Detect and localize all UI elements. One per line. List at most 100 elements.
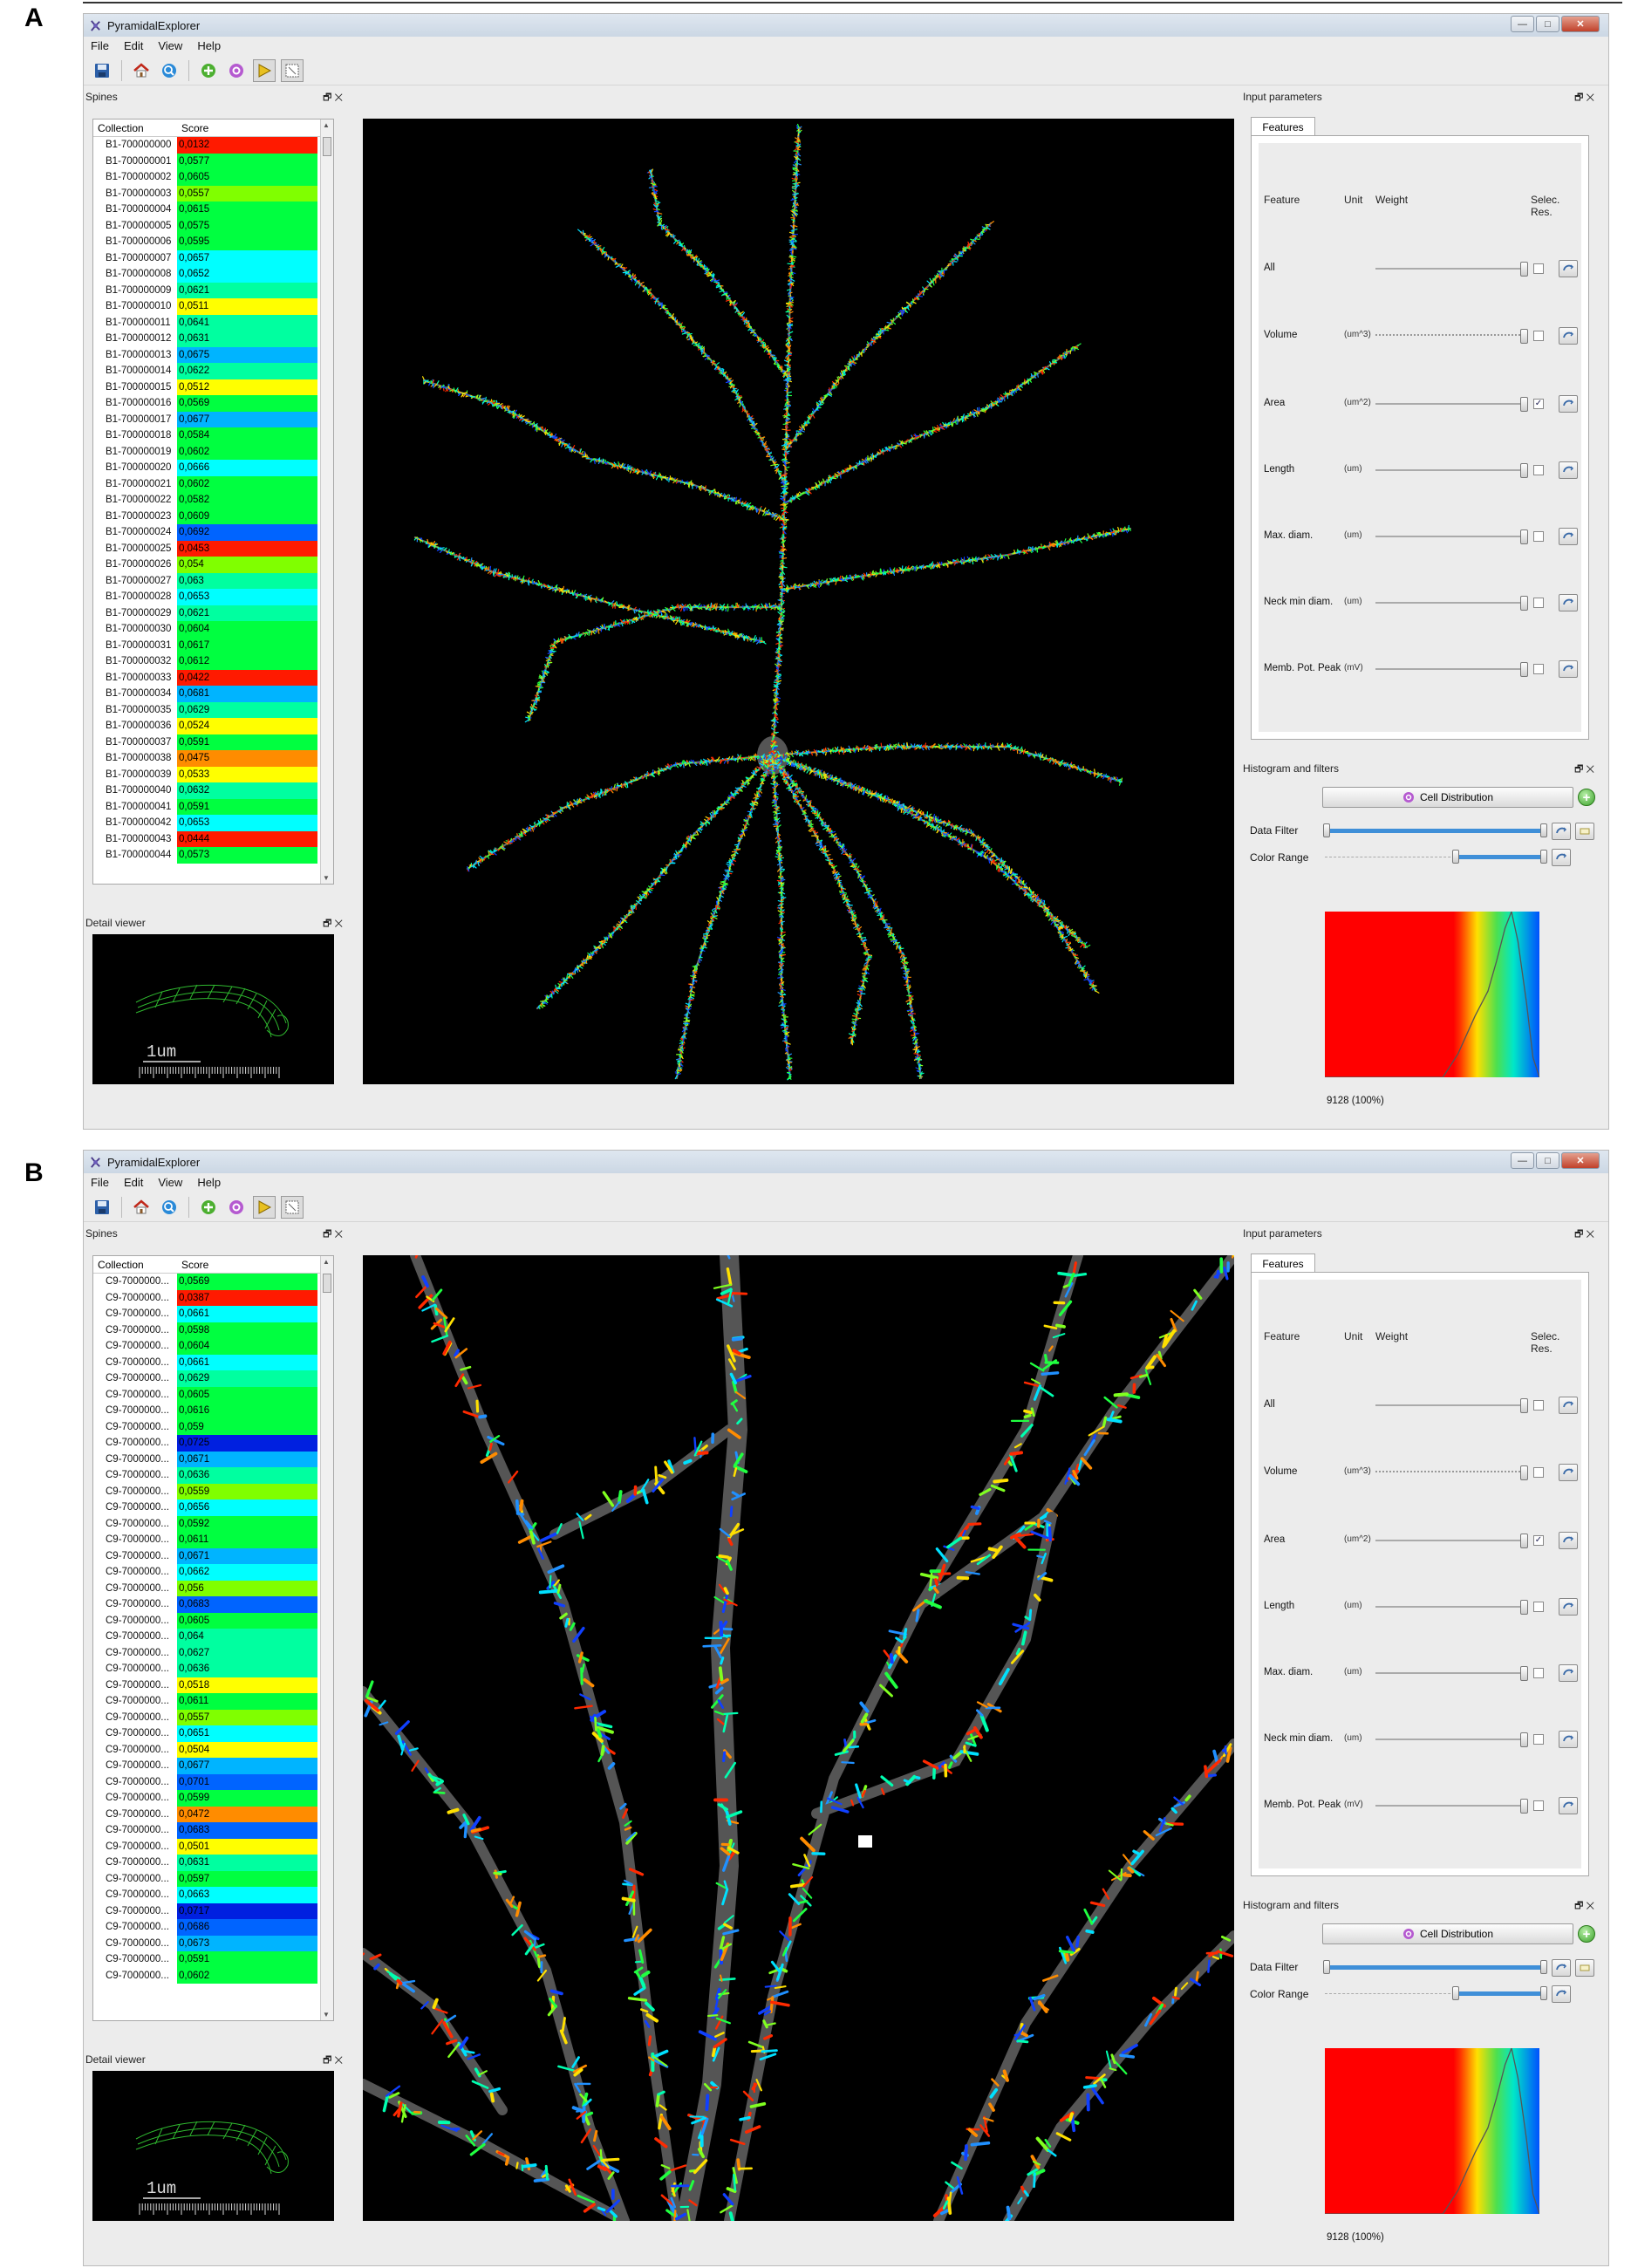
table-row[interactable]: C9-7000000... 0,0671 [93, 1451, 333, 1467]
feature-reset-button[interactable] [1559, 1797, 1578, 1814]
home-button[interactable] [130, 59, 153, 82]
data-filter-range[interactable] [1325, 1965, 1543, 1970]
zoom-button[interactable] [158, 59, 181, 82]
weight-slider-track[interactable] [1375, 1404, 1524, 1406]
table-row[interactable]: C9-7000000... 0,0725 [93, 1435, 333, 1452]
weight-slider-handle[interactable] [1520, 662, 1528, 677]
table-row[interactable]: B1-700000027 0,063 [93, 572, 333, 589]
weight-slider-handle[interactable] [1520, 1600, 1528, 1615]
feature-select-checkbox[interactable] [1533, 1800, 1544, 1811]
table-row[interactable]: C9-7000000... 0,0616 [93, 1403, 333, 1419]
table-row[interactable]: C9-7000000... 0,0656 [93, 1499, 333, 1516]
select-mode-button[interactable] [253, 58, 276, 82]
table-row[interactable]: C9-7000000... 0,0597 [93, 1870, 333, 1887]
weight-slider-track[interactable] [1375, 403, 1524, 405]
3d-neuron-viewport[interactable] [363, 1255, 1234, 2221]
table-row[interactable]: C9-7000000... 0,0671 [93, 1547, 333, 1564]
maximize-button[interactable]: □ [1536, 16, 1559, 32]
feature-reset-button[interactable] [1559, 594, 1578, 611]
menu-help[interactable]: Help [197, 1176, 221, 1189]
feature-select-checkbox[interactable]: ✓ [1533, 1535, 1544, 1546]
histogram-plot[interactable] [1325, 912, 1539, 1077]
feature-reset-button[interactable] [1559, 1598, 1578, 1616]
add-filter-button[interactable]: + [1578, 789, 1595, 806]
zoom-button[interactable] [158, 1196, 181, 1219]
table-row[interactable]: C9-7000000... 0,0627 [93, 1644, 333, 1661]
table-row[interactable]: C9-7000000... 0,0592 [93, 1515, 333, 1532]
3d-neuron-viewport[interactable] [363, 119, 1234, 1084]
table-row[interactable]: B1-700000011 0,0641 [93, 314, 333, 331]
table-row[interactable]: B1-700000028 0,0653 [93, 589, 333, 605]
table-row[interactable]: C9-7000000... 0,0557 [93, 1709, 333, 1725]
table-row[interactable]: B1-700000013 0,0675 [93, 346, 333, 363]
table-row[interactable]: B1-700000037 0,0591 [93, 734, 333, 750]
color-range-max-handle[interactable] [1540, 850, 1547, 864]
minimize-button[interactable]: — [1511, 1152, 1534, 1169]
lasso-mode-button[interactable] [281, 1195, 304, 1219]
weight-slider-handle[interactable] [1520, 1799, 1528, 1814]
table-row[interactable]: B1-700000032 0,0612 [93, 653, 333, 670]
table-row[interactable]: B1-700000034 0,0681 [93, 686, 333, 702]
table-row[interactable]: B1-700000012 0,0631 [93, 331, 333, 347]
table-row[interactable]: C9-7000000... 0,064 [93, 1629, 333, 1645]
weight-slider-track[interactable] [1375, 469, 1524, 471]
weight-slider-track[interactable] [1375, 536, 1524, 537]
window-titlebar[interactable]: PyramidalExplorer — □ ✕ [84, 1151, 1608, 1173]
table-row[interactable]: C9-7000000... 0,0472 [93, 1806, 333, 1822]
table-row[interactable]: C9-7000000... 0,0605 [93, 1386, 333, 1403]
feature-reset-button[interactable] [1559, 1397, 1578, 1414]
settings-button[interactable] [225, 1196, 248, 1219]
spines-table[interactable]: Collection Score B1-700000000 0,0132 B1-70… [92, 119, 334, 885]
weight-slider-handle[interactable] [1520, 596, 1528, 611]
column-header-score[interactable]: Score [177, 1259, 261, 1271]
minimize-button[interactable]: — [1511, 16, 1534, 32]
table-row[interactable]: C9-7000000... 0,0663 [93, 1887, 333, 1903]
menu-view[interactable]: View [158, 39, 182, 52]
close-button[interactable]: ✕ [1561, 1152, 1600, 1169]
weight-slider-handle[interactable] [1520, 1398, 1528, 1413]
weight-slider-handle[interactable] [1520, 329, 1528, 344]
add-filter-button[interactable]: + [1578, 1925, 1595, 1943]
table-row[interactable]: C9-7000000... 0,0611 [93, 1693, 333, 1710]
table-row[interactable]: C9-7000000... 0,0686 [93, 1919, 333, 1936]
data-filter-reset-button[interactable] [1552, 1959, 1571, 1977]
table-row[interactable]: B1-700000026 0,054 [93, 557, 333, 573]
table-row[interactable]: C9-7000000... 0,0504 [93, 1741, 333, 1758]
feature-select-checkbox[interactable] [1533, 263, 1544, 274]
feature-reset-button[interactable] [1559, 528, 1578, 545]
table-row[interactable]: B1-700000044 0,0573 [93, 847, 333, 864]
weight-slider-handle[interactable] [1520, 1666, 1528, 1681]
close-button[interactable]: ✕ [1561, 16, 1600, 32]
table-row[interactable]: C9-7000000... 0,0662 [93, 1564, 333, 1581]
data-filter-max-handle[interactable] [1540, 1960, 1547, 1974]
feature-select-checkbox[interactable] [1533, 331, 1544, 341]
table-row[interactable]: B1-700000025 0,0453 [93, 540, 333, 557]
feature-select-checkbox[interactable] [1533, 531, 1544, 542]
table-row[interactable]: C9-7000000... 0,0683 [93, 1596, 333, 1613]
weight-slider-track[interactable] [1375, 1672, 1524, 1674]
feature-reset-button[interactable] [1559, 1664, 1578, 1682]
table-row[interactable]: B1-700000021 0,0602 [93, 475, 333, 492]
table-row[interactable]: B1-700000000 0,0132 [93, 137, 333, 154]
table-row[interactable]: C9-7000000... 0,0598 [93, 1322, 333, 1338]
dock-float-close-buttons[interactable]: 🗗✕ [323, 90, 345, 106]
table-row[interactable]: C9-7000000... 0,0611 [93, 1532, 333, 1548]
weight-slider-track[interactable] [1375, 334, 1524, 336]
feature-select-checkbox[interactable] [1533, 1400, 1544, 1411]
table-row[interactable]: B1-700000002 0,0605 [93, 169, 333, 186]
table-row[interactable]: B1-700000038 0,0475 [93, 750, 333, 767]
table-row[interactable]: B1-700000010 0,0511 [93, 298, 333, 315]
table-row[interactable]: C9-7000000... 0,0661 [93, 1306, 333, 1322]
table-row[interactable]: B1-700000041 0,0591 [93, 798, 333, 815]
color-range-max-handle[interactable] [1540, 1986, 1547, 2000]
feature-reset-button[interactable] [1559, 395, 1578, 413]
data-filter-reset-button[interactable] [1552, 823, 1571, 840]
feature-select-checkbox[interactable] [1533, 465, 1544, 475]
table-row[interactable]: C9-7000000... 0,0661 [93, 1354, 333, 1370]
weight-slider-track[interactable] [1375, 668, 1524, 670]
table-row[interactable]: B1-700000020 0,0666 [93, 460, 333, 476]
feature-select-checkbox[interactable]: ✓ [1533, 399, 1544, 409]
table-row[interactable]: B1-700000040 0,0632 [93, 782, 333, 799]
table-row[interactable]: B1-700000015 0,0512 [93, 379, 333, 395]
table-row[interactable]: C9-7000000... 0,0717 [93, 1903, 333, 1919]
